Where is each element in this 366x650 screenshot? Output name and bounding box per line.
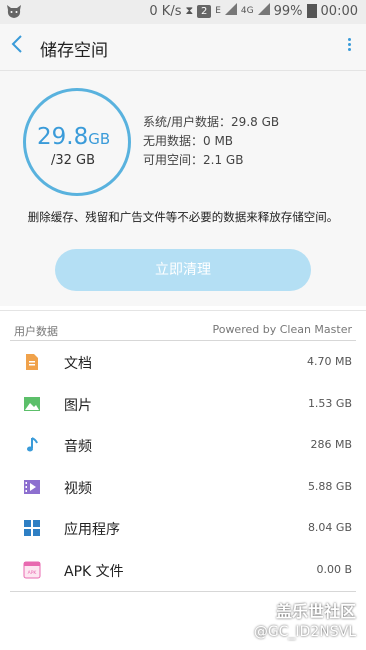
chevron-left-icon xyxy=(11,35,22,53)
used-storage: 29.8GB xyxy=(37,124,110,150)
storage-ring: 29.8GB /32 GB xyxy=(23,88,131,196)
hourglass-icon: ⧗ xyxy=(185,4,194,17)
powered-by-label: Powered by Clean Master xyxy=(212,323,352,336)
list-item-apk[interactable]: APK APK 文件 0.00 B xyxy=(0,549,366,591)
clean-now-button[interactable]: 立即清理 xyxy=(55,249,311,291)
sim-badge: 2 xyxy=(197,4,212,18)
back-button[interactable] xyxy=(10,33,32,59)
svg-text:APK: APK xyxy=(28,570,38,576)
net-speed: 0 K/s xyxy=(149,3,182,19)
signal-icon-2 xyxy=(257,3,270,19)
item-name: 文档 xyxy=(64,356,92,372)
more-options-button[interactable] xyxy=(342,36,356,58)
item-name: APK 文件 xyxy=(64,563,124,580)
network-4g: 4G xyxy=(240,6,254,16)
signal-icon xyxy=(224,3,237,19)
item-size: 4.70 MB xyxy=(306,355,352,368)
status-bar: 0 K/s ⧗ 2 E 4G 99% 00:00 xyxy=(0,0,366,24)
item-size: 1.53 GB xyxy=(307,396,352,410)
image-icon xyxy=(23,395,41,413)
watermark-line1: 盖乐世社区 xyxy=(275,602,356,621)
stat-system-user-data: 系统/用户数据：29.8 GB xyxy=(143,115,280,129)
divider xyxy=(10,591,356,592)
list-item-audio[interactable]: 音频 286 MB xyxy=(0,424,366,466)
used-value: 29.8 xyxy=(37,124,89,150)
storage-stats: 系统/用户数据：29.8 GB 无用数据：0 MB 可用空间：2.1 GB xyxy=(143,113,279,170)
storage-category-list: 文档 4.70 MB 图片 1.53 GB 音频 286 MB 视频 5.88 … xyxy=(0,341,366,590)
used-unit: GB xyxy=(88,130,111,148)
list-item-documents[interactable]: 文档 4.70 MB xyxy=(0,341,366,383)
total-storage: /32 GB xyxy=(51,153,96,168)
stat-junk-data: 无用数据：0 MB xyxy=(143,134,234,148)
network-e: E xyxy=(215,6,221,16)
apk-icon: APK xyxy=(23,561,41,579)
video-icon xyxy=(23,478,41,496)
list-header: 用户数据 Powered by Clean Master xyxy=(0,310,366,341)
watermark-line2: @GC_ID2NSVL xyxy=(253,624,356,640)
item-name: 视频 xyxy=(64,480,92,497)
dot xyxy=(347,43,351,46)
clock: 00:00 xyxy=(320,3,358,19)
document-icon xyxy=(23,353,41,371)
item-size: 5.88 GB xyxy=(307,479,352,493)
cat-icon xyxy=(6,4,22,23)
user-data-label: 用户数据 xyxy=(14,325,58,338)
list-item-video[interactable]: 视频 5.88 GB xyxy=(0,466,366,508)
item-size: 0.00 B xyxy=(316,562,352,576)
battery-level: 99% xyxy=(273,3,303,19)
apps-icon xyxy=(23,519,41,537)
page-title: 储存空间 xyxy=(40,41,108,61)
item-name: 图片 xyxy=(64,397,92,414)
item-size: 286 MB xyxy=(310,438,352,451)
clean-description: 删除缓存、残留和广告文件等不必要的数据来释放存储空间。 xyxy=(27,210,339,224)
item-name: 应用程序 xyxy=(64,522,120,538)
battery-icon xyxy=(306,4,317,18)
list-item-images[interactable]: 图片 1.53 GB xyxy=(0,383,366,425)
app-bar: 储存空间 xyxy=(0,24,366,71)
stat-free-space: 可用空间：2.1 GB xyxy=(143,153,244,167)
dot xyxy=(347,38,351,41)
watermark: 盖乐世社区 @GC_ID2NSVL xyxy=(254,598,356,640)
list-item-apps[interactable]: 应用程序 8.04 GB xyxy=(0,507,366,549)
item-size: 8.04 GB xyxy=(307,521,352,534)
storage-summary: 29.8GB /32 GB 系统/用户数据：29.8 GB 无用数据：0 MB … xyxy=(0,71,366,306)
music-icon xyxy=(23,436,41,454)
dot xyxy=(347,48,351,51)
item-name: 音频 xyxy=(64,439,92,455)
